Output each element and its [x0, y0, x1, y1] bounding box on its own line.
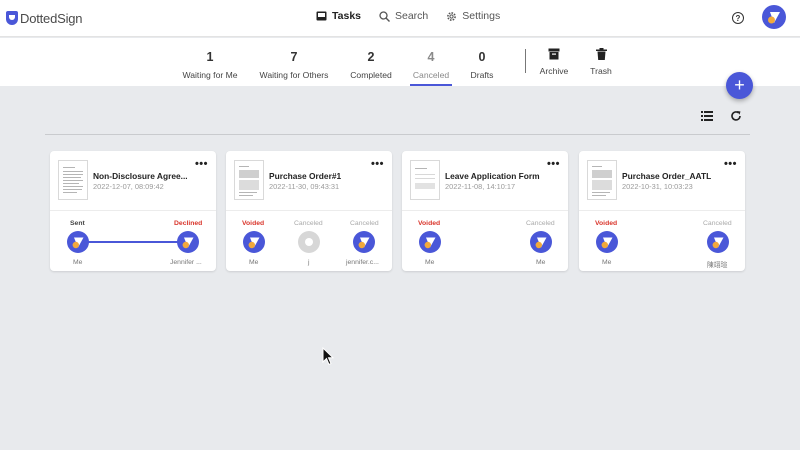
signer-status: Canceled [350, 220, 379, 227]
tab-label: Drafts [470, 70, 494, 80]
signer-status: Voided [595, 220, 618, 227]
active-tab-indicator [410, 84, 452, 86]
more-options-icon[interactable]: ••• [724, 158, 737, 170]
signer-status: Declined [174, 220, 203, 227]
nav-search-label: Search [395, 10, 429, 22]
signer-status: Canceled [526, 220, 555, 227]
signer-name: Me [602, 259, 612, 266]
signer-status: Voided [418, 220, 441, 227]
document-thumbnail [58, 160, 88, 200]
document-date: 2022-12-07, 08:09:42 [93, 182, 164, 191]
document-thumbnail [410, 160, 440, 200]
signer-avatar [596, 231, 618, 253]
tab-trash[interactable]: Trash [586, 38, 616, 86]
search-icon [379, 10, 390, 22]
inbox-icon [316, 11, 327, 21]
document-date: 2022-11-08, 14:10:17 [445, 182, 516, 191]
tab-label: Completed [350, 70, 392, 80]
task-card[interactable]: ••• Leave Application Form 2022-11-08, 1… [402, 151, 568, 271]
list-divider [45, 134, 750, 135]
tab-label: Canceled [412, 70, 450, 80]
document-title: Leave Application Form [445, 171, 540, 181]
signer-avatar [243, 231, 265, 253]
document-date: 2022-11-30, 09:43:31 [269, 182, 340, 191]
signer-name: Me [73, 259, 83, 266]
nav-tasks-label: Tasks [332, 10, 361, 22]
app-name: DottedSign [20, 10, 83, 26]
signer-status: Sent [70, 220, 85, 227]
signer-name: Jennifer ... [170, 259, 202, 266]
card-divider [226, 210, 392, 211]
signer-status: Canceled [703, 220, 732, 227]
document-title: Purchase Order#1 [269, 171, 342, 181]
app-logo[interactable]: DottedSign [6, 9, 83, 27]
user-avatar[interactable] [762, 5, 786, 29]
tab-count: 0 [478, 50, 486, 64]
signer-name: Me [249, 259, 259, 266]
card-divider [402, 210, 568, 211]
tabs-divider [525, 49, 526, 73]
nav-tasks[interactable]: Tasks [316, 10, 361, 22]
signer-avatar [353, 231, 375, 253]
signer-name: j [308, 259, 310, 266]
document-date: 2022-10-31, 10:03:23 [622, 182, 693, 191]
nav-settings[interactable]: Settings [446, 10, 500, 22]
tab-completed[interactable]: 2 Completed [346, 38, 396, 86]
document-thumbnail [234, 160, 264, 200]
tab-label: Waiting for Others [259, 70, 329, 80]
list-view-icon[interactable] [701, 110, 713, 122]
create-task-button[interactable]: + [726, 72, 753, 99]
signer-name: Me [536, 259, 546, 266]
tab-label: Trash [590, 66, 612, 76]
nav-search[interactable]: Search [379, 10, 428, 22]
card-divider [50, 210, 216, 211]
mouse-cursor-icon [322, 347, 334, 366]
signer-name: Me [425, 259, 435, 266]
task-card[interactable]: ••• Purchase Order_AATL 2022-10-31, 10:0… [579, 151, 745, 271]
archive-icon [548, 48, 560, 60]
tab-label: Archive [539, 66, 569, 76]
more-options-icon[interactable]: ••• [371, 158, 384, 170]
more-options-icon[interactable]: ••• [547, 158, 560, 170]
document-thumbnail [587, 160, 617, 200]
signer-avatar [707, 231, 729, 253]
gear-icon [447, 11, 457, 21]
tab-waiting-for-me[interactable]: 1 Waiting for Me [180, 38, 240, 86]
signer-avatar [419, 231, 441, 253]
tab-archive[interactable]: Archive [536, 38, 572, 86]
signer-avatar [67, 231, 89, 253]
signer-connector [80, 241, 186, 243]
signer-status: Voided [242, 220, 265, 227]
more-options-icon[interactable]: ••• [195, 158, 208, 170]
signer-status: Canceled [294, 220, 323, 227]
tab-count: 4 [427, 50, 435, 64]
nav-settings-label: Settings [462, 10, 501, 22]
top-navigation-bar: DottedSign Tasks Search Settings ? [0, 0, 800, 37]
tab-waiting-for-others[interactable]: 7 Waiting for Others [257, 38, 331, 86]
tab-count: 1 [206, 50, 214, 64]
task-card[interactable]: ••• Non-Disclosure Agree... 2022-12-07, … [50, 151, 216, 271]
tab-label: Waiting for Me [182, 70, 238, 80]
signer-name: 陳翊瑄 [707, 262, 728, 269]
main-nav: Tasks Search Settings [316, 10, 518, 22]
tab-canceled[interactable]: 4 Canceled [410, 38, 452, 86]
refresh-icon[interactable] [730, 110, 742, 122]
document-title: Non-Disclosure Agree... [93, 171, 188, 181]
signer-avatar [530, 231, 552, 253]
status-tabs: 1 Waiting for Me 7 Waiting for Others 2 … [0, 38, 800, 86]
card-divider [579, 210, 745, 211]
tab-drafts[interactable]: 0 Drafts [466, 38, 498, 86]
document-title: Purchase Order_AATL [622, 171, 712, 181]
task-card[interactable]: ••• Purchase Order#1 2022-11-30, 09:43:3… [226, 151, 392, 271]
dottedsign-logo-icon [6, 11, 18, 25]
signer-avatar [177, 231, 199, 253]
tab-count: 7 [290, 50, 298, 64]
tab-count: 2 [367, 50, 375, 64]
pending-signer-icon [298, 231, 320, 253]
help-icon[interactable]: ? [732, 12, 744, 24]
trash-icon [595, 48, 607, 60]
signer-name: jennifer.c... [346, 259, 379, 266]
